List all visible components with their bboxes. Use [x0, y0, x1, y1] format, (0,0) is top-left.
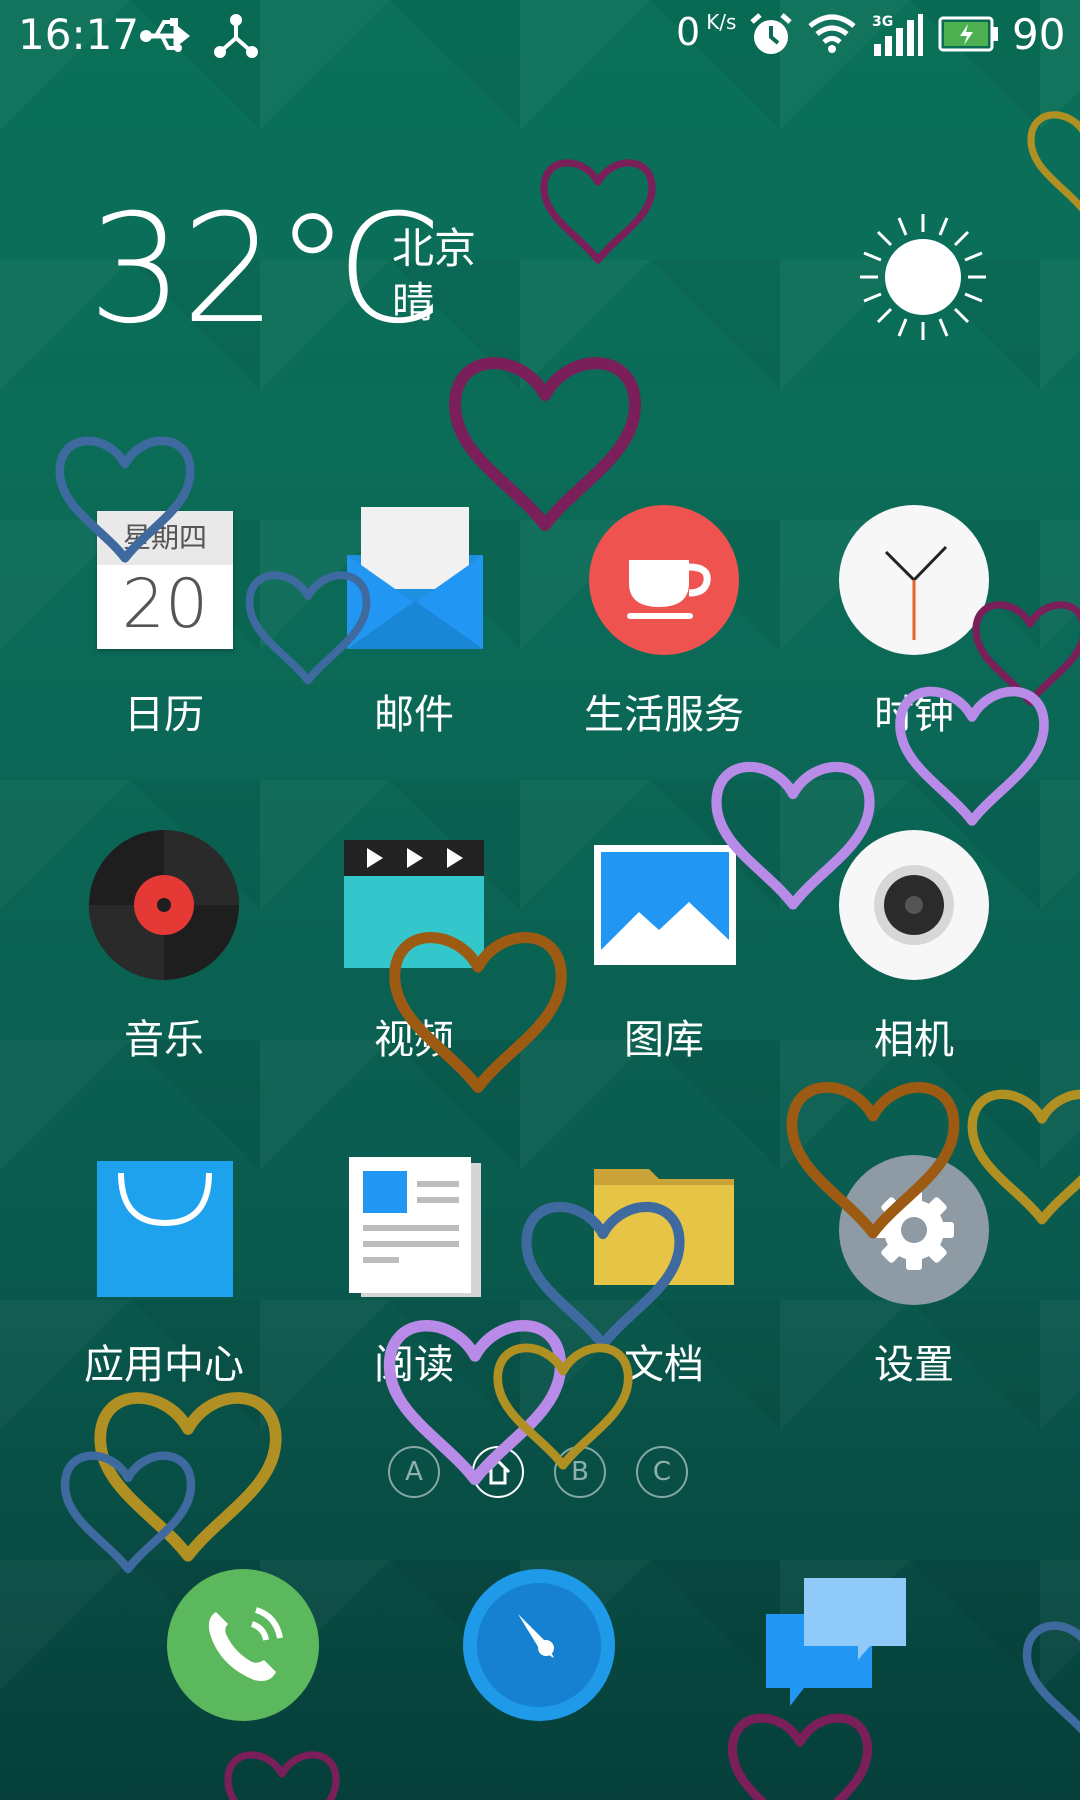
app-label: 阅读	[374, 1342, 454, 1388]
network-speed: 0 K/s	[676, 10, 737, 54]
page-dot-b[interactable]: B	[554, 1446, 606, 1498]
app-label: 生活服务	[584, 692, 744, 738]
app-settings[interactable]: 设置	[789, 1155, 1039, 1385]
newspaper-icon	[339, 1155, 489, 1305]
app-label: 设置	[874, 1342, 954, 1388]
messages-icon	[766, 1578, 906, 1706]
sun-icon	[860, 214, 986, 340]
dock-browser[interactable]	[462, 1568, 616, 1722]
status-bar: 16:17 0 K/s 3G 90	[0, 0, 1080, 70]
alarm-icon	[750, 13, 792, 54]
app-mail[interactable]: 邮件	[289, 505, 539, 735]
app-music[interactable]: 音乐	[39, 830, 289, 1060]
svg-text:3G: 3G	[872, 14, 893, 30]
weather-condition: 晴	[392, 278, 435, 327]
share-icon	[214, 14, 258, 58]
page-dot-c[interactable]: C	[636, 1446, 688, 1498]
clapperboard-icon	[339, 830, 489, 980]
app-clock[interactable]: 时钟	[789, 505, 1039, 735]
app-label: 应用中心	[84, 1342, 244, 1388]
app-reading[interactable]: 阅读	[289, 1155, 539, 1385]
status-time: 16:17	[18, 10, 140, 59]
compass-browser-icon	[463, 1569, 615, 1721]
dock-messages[interactable]	[760, 1568, 914, 1722]
camera-icon	[839, 830, 989, 980]
home-icon	[485, 1458, 511, 1485]
shopping-bag-icon	[89, 1155, 239, 1305]
gallery-icon	[589, 830, 739, 980]
app-camera[interactable]: 相机	[789, 830, 1039, 1060]
weather-temperature: 32℃	[88, 183, 443, 357]
calendar-weekday: 星期四	[97, 511, 233, 565]
app-documents[interactable]: 文档	[539, 1155, 789, 1385]
battery-charging-icon	[938, 16, 998, 52]
page-indicator: A B C	[386, 1446, 696, 1502]
app-app-center[interactable]: 应用中心	[39, 1155, 289, 1385]
app-label: 音乐	[124, 1017, 204, 1063]
app-label: 相机	[874, 1017, 954, 1063]
battery-percent: 90	[1012, 10, 1066, 59]
app-label: 视频	[374, 1017, 454, 1063]
app-label: 图库	[624, 1017, 704, 1063]
calendar-day: 20	[121, 565, 209, 644]
dock-phone[interactable]	[166, 1568, 320, 1722]
gear-icon	[839, 1155, 989, 1305]
phone-icon	[167, 1569, 319, 1721]
app-label: 时钟	[874, 692, 954, 738]
app-life-service[interactable]: 生活服务	[539, 505, 789, 735]
mail-icon	[339, 505, 489, 655]
app-label: 文档	[624, 1342, 704, 1388]
app-label: 邮件	[374, 692, 454, 738]
usb-icon	[140, 18, 191, 52]
page-dot-a[interactable]: A	[388, 1446, 440, 1498]
page-dot-home[interactable]	[472, 1446, 524, 1498]
app-label: 日历	[124, 692, 204, 738]
app-video[interactable]: 视频	[289, 830, 539, 1060]
coffee-cup-icon	[589, 505, 739, 655]
signal-3g-icon: 3G	[872, 14, 923, 56]
vinyl-record-icon	[89, 830, 239, 980]
calendar-icon: 星期四 20	[89, 505, 239, 655]
weather-city: 北京	[392, 224, 477, 273]
wifi-icon	[808, 14, 856, 53]
clock-icon	[839, 505, 989, 655]
app-gallery[interactable]: 图库	[539, 830, 789, 1060]
app-calendar[interactable]: 星期四 20 日历	[39, 505, 289, 735]
folder-icon	[589, 1155, 739, 1305]
